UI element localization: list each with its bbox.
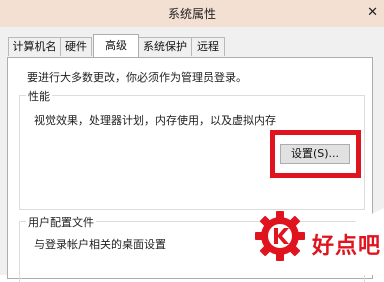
performance-group: 性能 视觉效果，处理器计划，内存使用，以及虚拟内存 设置(S)... <box>19 88 365 210</box>
tab-computer-name[interactable]: 计算机名 <box>8 37 61 56</box>
user-profiles-description: 与登录帐户相关的桌面设置 <box>34 238 166 251</box>
window-title: 系统属性 <box>167 7 216 21</box>
title-bar: 系统属性 ✕ <box>0 0 384 27</box>
watermark-text: 好点吧 <box>312 234 382 259</box>
admin-notice: 要进行大多数更改，你必须作为管理员登录。 <box>27 71 247 84</box>
tab-advanced[interactable]: 高级 <box>93 34 139 57</box>
performance-description: 视觉效果，处理器计划，内存使用，以及虚拟内存 <box>34 114 276 127</box>
highlight-box <box>270 130 361 178</box>
tab-system-protection[interactable]: 系统保护 <box>138 37 192 56</box>
close-icon: ✕ <box>367 5 378 20</box>
tab-remote[interactable]: 远程 <box>191 37 225 56</box>
tab-hardware[interactable]: 硬件 <box>60 37 92 56</box>
gear-logo-icon <box>255 211 305 261</box>
user-profiles-group-title: 用户配置文件 <box>26 214 96 230</box>
performance-group-title: 性能 <box>26 88 52 104</box>
close-button[interactable]: ✕ <box>364 0 384 27</box>
watermark: 好点吧 <box>244 208 384 275</box>
